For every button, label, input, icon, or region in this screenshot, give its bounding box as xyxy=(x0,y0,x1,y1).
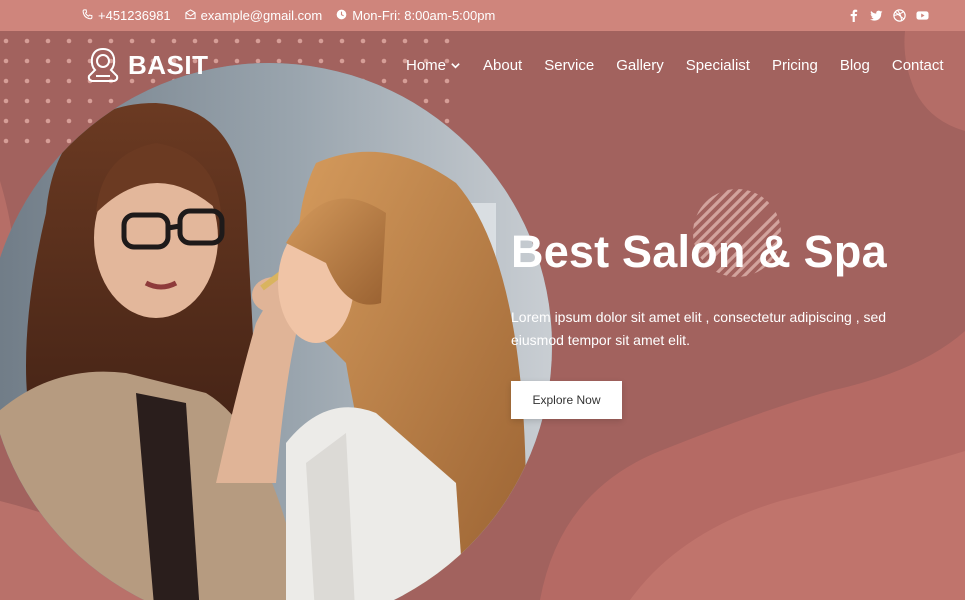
email-address: example@gmail.com xyxy=(200,8,323,23)
dribbble-icon[interactable] xyxy=(893,9,906,22)
opening-hours: Mon-Fri: 8:00am-5:00pm xyxy=(336,8,495,23)
brand-name: BASIT xyxy=(128,49,209,80)
phone-contact[interactable]: +451236981 xyxy=(82,8,171,23)
hero-description: Lorem ipsum dolor sit amet elit , consec… xyxy=(511,309,887,348)
email-contact[interactable]: example@gmail.com xyxy=(185,8,323,23)
clock-icon xyxy=(336,8,347,23)
twitter-icon[interactable] xyxy=(870,9,883,22)
phone-number: +451236981 xyxy=(98,8,171,23)
nav-item-label: About xyxy=(483,57,523,74)
nav-item-label: Specialist xyxy=(685,57,750,74)
nav-item-label: Pricing xyxy=(771,57,818,74)
brand-logo[interactable]: BASIT xyxy=(84,46,209,84)
nav-item-label: Gallery xyxy=(616,57,664,74)
nav-item-label: Blog xyxy=(839,57,870,74)
nav-item-gallery[interactable]: Gallery xyxy=(616,57,664,74)
nav-item-contact[interactable]: Contact xyxy=(892,57,944,74)
nav-item-about[interactable]: About xyxy=(483,57,522,74)
facebook-icon[interactable] xyxy=(847,9,860,22)
explore-now-button[interactable]: Explore Now xyxy=(511,381,622,419)
envelope-icon xyxy=(185,8,196,23)
phone-icon xyxy=(82,8,93,23)
woman-face-logo-icon xyxy=(87,47,119,82)
nav-item-service[interactable]: Service xyxy=(544,57,594,74)
nav-item-label: Home xyxy=(406,57,447,74)
main-navigation: Home About Service Gallery Specialist Pr… xyxy=(406,57,944,74)
hero-title: Best Salon & Spa xyxy=(511,226,887,277)
nav-item-home[interactable]: Home xyxy=(406,57,461,74)
top-bar: +451236981 example@gmail.com Mon-Fri: 8:… xyxy=(0,0,965,31)
nav-item-label: Contact xyxy=(891,57,944,74)
nav-item-pricing[interactable]: Pricing xyxy=(772,57,818,74)
nav-item-label: Service xyxy=(544,57,595,74)
nav-item-blog[interactable]: Blog xyxy=(840,57,870,74)
youtube-icon[interactable] xyxy=(916,9,929,22)
nav-item-specialist[interactable]: Specialist xyxy=(686,57,750,74)
contact-info: +451236981 example@gmail.com Mon-Fri: 8:… xyxy=(82,0,495,31)
chevron-down-icon xyxy=(451,63,460,69)
hours-text: Mon-Fri: 8:00am-5:00pm xyxy=(352,8,496,23)
social-links xyxy=(847,0,929,31)
